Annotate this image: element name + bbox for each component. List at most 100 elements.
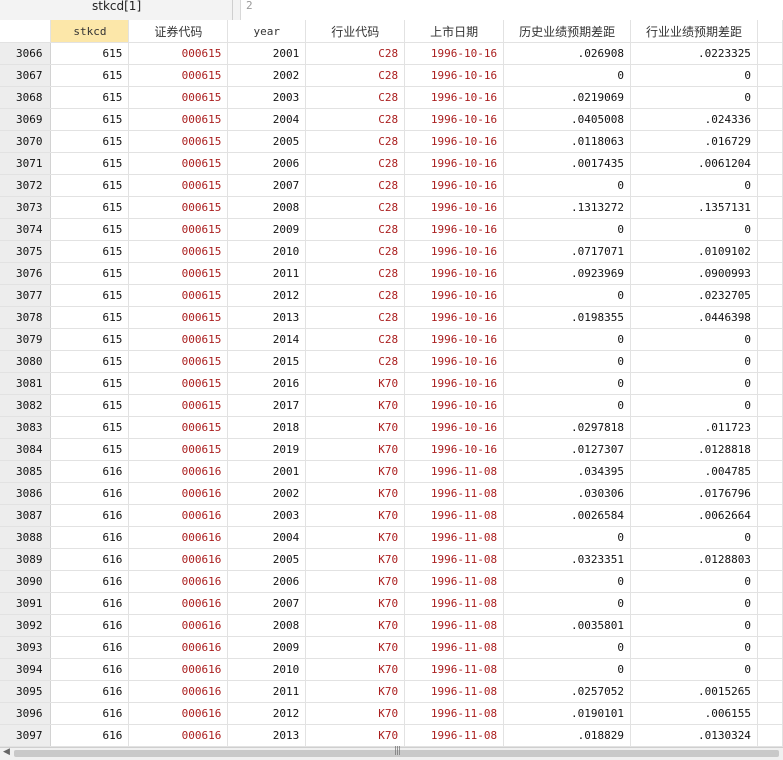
horizontal-scrollbar[interactable]: ◀ ||| xyxy=(0,746,783,760)
data-cell[interactable]: 1996-11-08 xyxy=(404,658,505,681)
data-cell[interactable]: .0127307 xyxy=(503,438,632,461)
data-cell[interactable]: 2003 xyxy=(227,504,307,527)
data-cell[interactable]: 2008 xyxy=(227,614,307,637)
data-cell[interactable]: .0130324 xyxy=(630,724,758,747)
data-cell[interactable]: 0 xyxy=(630,372,758,395)
data-cell[interactable]: 0 xyxy=(630,570,758,593)
data-cell[interactable]: 616 xyxy=(50,658,130,681)
data-cell[interactable]: .0446398 xyxy=(630,306,758,329)
data-cell[interactable]: 2013 xyxy=(227,724,307,747)
row-number[interactable]: 3074 xyxy=(0,218,52,241)
data-cell[interactable]: 1996-10-16 xyxy=(404,350,505,373)
data-cell[interactable]: C28 xyxy=(305,262,406,285)
data-cell[interactable]: 2002 xyxy=(227,482,307,505)
data-cell[interactable]: 2005 xyxy=(227,548,307,571)
data-cell[interactable]: .0035801 xyxy=(503,614,632,637)
data-cell[interactable]: 0 xyxy=(630,218,758,241)
data-cell[interactable]: C28 xyxy=(305,108,406,131)
data-cell[interactable]: 1996-10-16 xyxy=(404,42,505,65)
data-cell[interactable]: C28 xyxy=(305,328,406,351)
data-cell[interactable]: 616 xyxy=(50,636,130,659)
data-cell[interactable]: 000615 xyxy=(128,262,229,285)
data-cell[interactable]: 2012 xyxy=(227,702,307,725)
data-cell[interactable]: K70 xyxy=(305,724,406,747)
data-cell[interactable]: K70 xyxy=(305,482,406,505)
data-cell[interactable]: K70 xyxy=(305,438,406,461)
data-cell[interactable]: 1996-10-16 xyxy=(404,218,505,241)
data-cell[interactable]: 000616 xyxy=(128,504,229,527)
data-cell[interactable]: 2004 xyxy=(227,526,307,549)
row-number[interactable]: 3066 xyxy=(0,42,52,65)
data-cell[interactable]: 1996-10-16 xyxy=(404,174,505,197)
column-header[interactable]: year xyxy=(227,20,307,43)
data-cell[interactable]: 1996-11-08 xyxy=(404,680,505,703)
data-cell[interactable]: C28 xyxy=(305,350,406,373)
data-cell[interactable]: .0323351 xyxy=(503,548,632,571)
row-number[interactable]: 3087 xyxy=(0,504,52,527)
data-cell[interactable]: 615 xyxy=(50,86,130,109)
data-cell[interactable]: 000616 xyxy=(128,548,229,571)
data-cell[interactable]: 1996-10-16 xyxy=(404,108,505,131)
data-cell[interactable]: .026908 xyxy=(503,42,632,65)
row-number[interactable]: 3088 xyxy=(0,526,52,549)
data-cell[interactable]: K70 xyxy=(305,680,406,703)
data-cell[interactable]: 2006 xyxy=(227,152,307,175)
data-cell[interactable]: 615 xyxy=(50,108,130,131)
data-cell[interactable]: 1996-10-16 xyxy=(404,262,505,285)
data-cell[interactable]: 1996-11-08 xyxy=(404,482,505,505)
data-cell[interactable]: 1996-11-08 xyxy=(404,548,505,571)
data-cell[interactable]: .0017435 xyxy=(503,152,632,175)
data-cell[interactable]: 0 xyxy=(630,174,758,197)
data-cell[interactable]: 000615 xyxy=(128,130,229,153)
data-cell[interactable]: 615 xyxy=(50,438,130,461)
data-cell[interactable]: 0 xyxy=(630,636,758,659)
data-cell[interactable]: 615 xyxy=(50,328,130,351)
data-cell[interactable]: C28 xyxy=(305,284,406,307)
data-cell[interactable]: C28 xyxy=(305,240,406,263)
data-cell[interactable]: 2012 xyxy=(227,284,307,307)
data-cell[interactable]: 616 xyxy=(50,460,130,483)
column-header[interactable]: stkcd xyxy=(50,20,130,43)
data-cell[interactable]: 615 xyxy=(50,372,130,395)
data-cell[interactable]: K70 xyxy=(305,416,406,439)
data-cell[interactable]: 1996-10-16 xyxy=(404,416,505,439)
data-cell[interactable]: 2004 xyxy=(227,108,307,131)
data-cell[interactable]: 000616 xyxy=(128,724,229,747)
data-cell[interactable]: K70 xyxy=(305,526,406,549)
data-cell[interactable]: 616 xyxy=(50,548,130,571)
data-cell[interactable]: .0900993 xyxy=(630,262,758,285)
data-cell[interactable]: 000615 xyxy=(128,64,229,87)
data-cell[interactable]: .1313272 xyxy=(503,196,632,219)
data-cell[interactable]: 2002 xyxy=(227,64,307,87)
data-cell[interactable]: 616 xyxy=(50,614,130,637)
row-number[interactable]: 3077 xyxy=(0,284,52,307)
cell-value-field[interactable]: 2 xyxy=(240,0,783,20)
row-number[interactable]: 3072 xyxy=(0,174,52,197)
data-cell[interactable]: 000616 xyxy=(128,526,229,549)
data-cell[interactable]: 000615 xyxy=(128,86,229,109)
data-cell[interactable]: 1996-10-16 xyxy=(404,130,505,153)
column-header[interactable]: 行业代码 xyxy=(305,20,406,43)
data-cell[interactable]: 0 xyxy=(630,64,758,87)
data-cell[interactable]: 000615 xyxy=(128,394,229,417)
data-cell[interactable]: 000615 xyxy=(128,284,229,307)
data-cell[interactable]: C28 xyxy=(305,130,406,153)
data-cell[interactable]: 0 xyxy=(503,658,632,681)
data-cell[interactable]: .0297818 xyxy=(503,416,632,439)
data-cell[interactable]: 2016 xyxy=(227,372,307,395)
data-cell[interactable]: 000616 xyxy=(128,460,229,483)
data-cell[interactable]: 000615 xyxy=(128,218,229,241)
data-cell[interactable]: .0109102 xyxy=(630,240,758,263)
data-cell[interactable]: 616 xyxy=(50,680,130,703)
data-cell[interactable]: 000616 xyxy=(128,658,229,681)
row-number[interactable]: 3090 xyxy=(0,570,52,593)
data-cell[interactable]: 2018 xyxy=(227,416,307,439)
data-cell[interactable]: 616 xyxy=(50,504,130,527)
data-cell[interactable]: 0 xyxy=(503,570,632,593)
data-cell[interactable]: 1996-11-08 xyxy=(404,526,505,549)
data-cell[interactable]: .004785 xyxy=(630,460,758,483)
data-cell[interactable]: 000615 xyxy=(128,152,229,175)
data-cell[interactable]: .0128818 xyxy=(630,438,758,461)
data-cell[interactable]: 2014 xyxy=(227,328,307,351)
data-cell[interactable]: 0 xyxy=(503,636,632,659)
